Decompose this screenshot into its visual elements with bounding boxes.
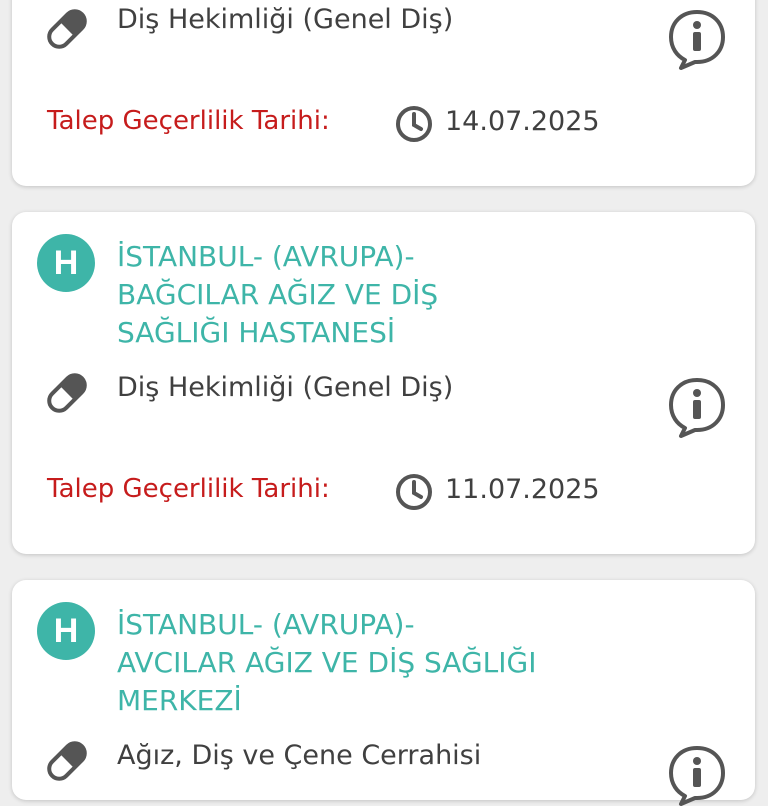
pill-icon bbox=[47, 9, 87, 49]
hospital-badge: H bbox=[37, 602, 95, 660]
hospital-name: İSTANBUL- (AVRUPA)- AVCILAR AĞIZ VE DİŞ … bbox=[117, 606, 536, 720]
validity-date: 11.07.2025 bbox=[445, 474, 600, 505]
appointment-card[interactable]: H İSTANBUL- (AVRUPA)- BAĞCILAR AĞIZ VE D… bbox=[12, 212, 755, 554]
department-name: Diş Hekimliği (Genel Diş) bbox=[117, 372, 454, 403]
hospital-name-line: BAĞCILAR AĞIZ VE DİŞ bbox=[117, 278, 439, 311]
appointment-card[interactable]: Diş Hekimliği (Genel Diş) Talep Geçerlil… bbox=[12, 0, 755, 186]
clock-icon bbox=[396, 474, 432, 510]
info-icon[interactable] bbox=[667, 8, 727, 70]
validity-label: Talep Geçerlilik Tarihi: bbox=[47, 106, 330, 136]
info-icon[interactable] bbox=[667, 376, 727, 438]
hospital-badge: H bbox=[37, 234, 95, 292]
hospital-name-line: MERKEZİ bbox=[117, 684, 242, 717]
validity-label: Talep Geçerlilik Tarihi: bbox=[47, 474, 330, 504]
info-icon[interactable] bbox=[667, 744, 727, 806]
appointment-card[interactable]: H İSTANBUL- (AVRUPA)- AVCILAR AĞIZ VE Dİ… bbox=[12, 580, 755, 806]
department-name: Diş Hekimliği (Genel Diş) bbox=[117, 4, 454, 35]
clock-icon bbox=[396, 106, 432, 142]
pill-icon bbox=[47, 373, 87, 413]
hospital-name-line: İSTANBUL- (AVRUPA)- bbox=[117, 608, 415, 641]
validity-date: 14.07.2025 bbox=[445, 106, 600, 137]
hospital-name-line: SAĞLIĞI HASTANESİ bbox=[117, 316, 396, 349]
hospital-name: İSTANBUL- (AVRUPA)- BAĞCILAR AĞIZ VE DİŞ… bbox=[117, 238, 438, 352]
pill-icon bbox=[47, 741, 87, 781]
hospital-name-line: İSTANBUL- (AVRUPA)- bbox=[117, 240, 415, 273]
department-name: Ağız, Diş ve Çene Cerrahisi bbox=[117, 740, 482, 771]
hospital-name-line: AVCILAR AĞIZ VE DİŞ SAĞLIĞI bbox=[117, 646, 537, 679]
